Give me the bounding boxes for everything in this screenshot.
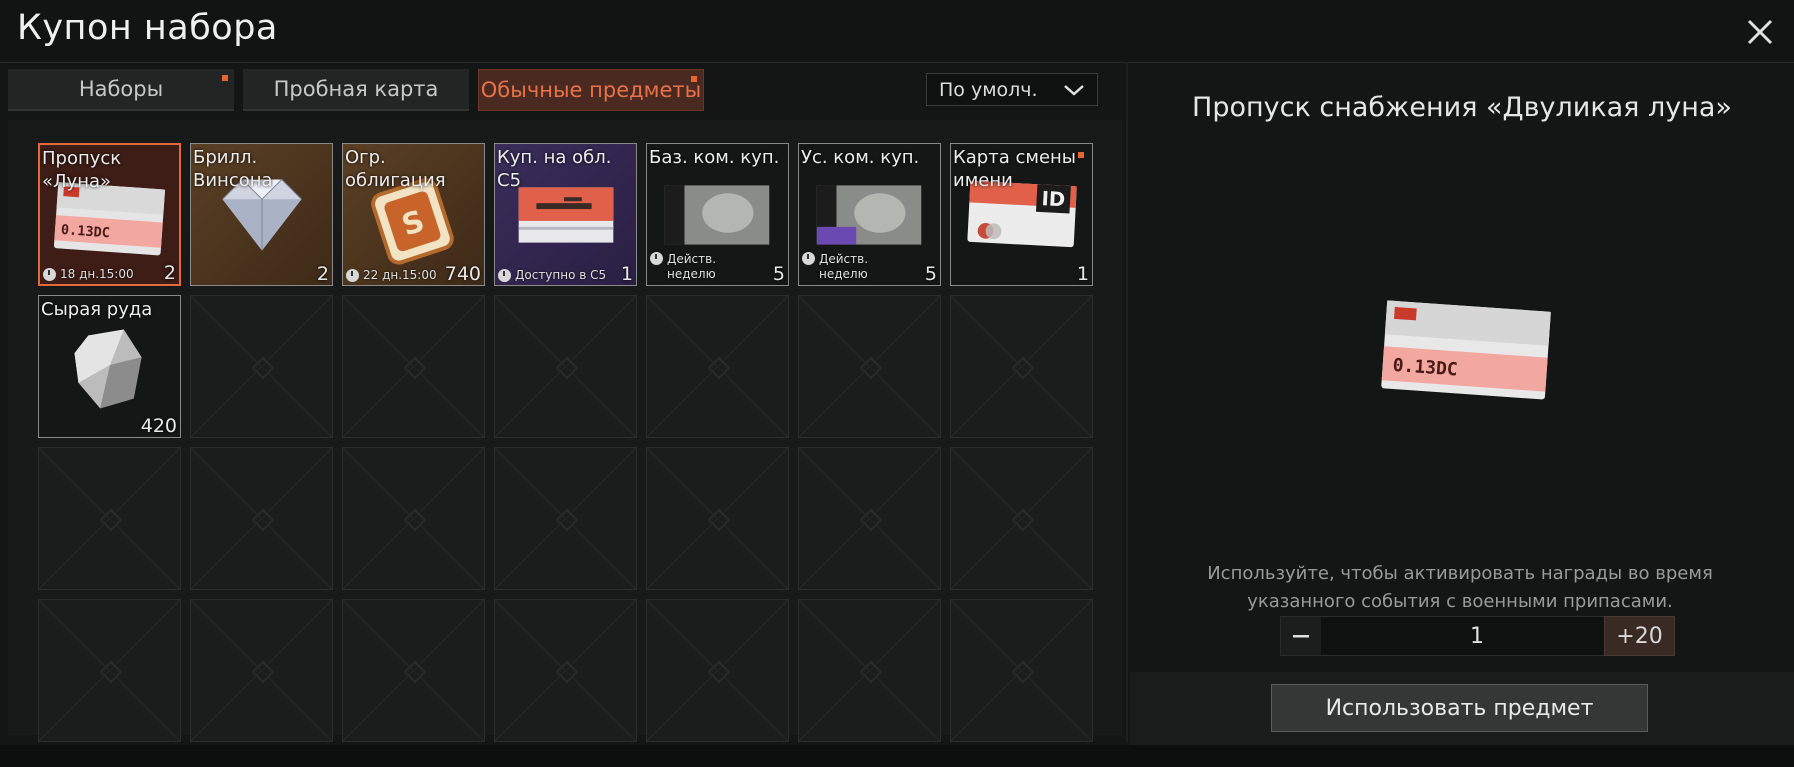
clock-icon — [498, 268, 511, 282]
sort-dropdown[interactable]: По умолч. — [926, 73, 1098, 106]
item-count: 1 — [620, 263, 633, 285]
item-name: Карта смены имени — [953, 147, 1077, 191]
empty-slot — [798, 447, 941, 590]
notification-dot — [222, 75, 228, 81]
empty-slot — [342, 447, 485, 590]
item-timer-text: 18 дн.15:00 — [60, 267, 134, 281]
notification-dot — [691, 76, 697, 82]
inventory-grid: 0.13DC Пропуск «Луна» 18 дн.15:00 2 Брил… — [8, 120, 1122, 742]
use-item-button[interactable]: Использовать предмет — [1271, 684, 1648, 732]
empty-slot — [646, 295, 789, 438]
panel-divider — [1126, 62, 1128, 742]
clock-icon — [650, 252, 663, 265]
item-timer: 22 дн.15:00 — [346, 268, 437, 282]
tab-common-items[interactable]: Обычные предметы — [478, 69, 704, 111]
empty-slot — [950, 295, 1093, 438]
item-raw-ore[interactable]: Сырая руда 420 — [38, 295, 181, 438]
item-name: Пропуск «Луна» — [42, 148, 122, 192]
item-name: Ус. ком. куп. — [801, 147, 920, 168]
item-count: 420 — [140, 415, 177, 437]
item-count: 5 — [772, 263, 785, 285]
item-description: Используйте, чтобы активировать награды … — [1207, 563, 1713, 612]
empty-slot — [38, 447, 181, 590]
item-basic-command-coupon[interactable]: Баз. ком. куп. Действ. неделю 5 — [646, 143, 789, 286]
item-name: Баз. ком. куп. — [649, 147, 780, 168]
item-count: 1 — [1076, 263, 1089, 285]
empty-slot — [190, 295, 333, 438]
item-limited-bond[interactable]: S Огр. облигация 22 дн.15:00 740 — [342, 143, 485, 286]
chevron-down-icon — [1064, 85, 1084, 96]
item-timer: 18 дн.15:00 — [43, 267, 134, 281]
item-count: 5 — [924, 263, 937, 285]
item-count: 2 — [163, 262, 176, 284]
item-count: 2 — [316, 263, 329, 285]
sort-label: По умолч. — [939, 78, 1038, 101]
item-advanced-command-coupon[interactable]: Ус. ком. куп. Действ. неделю 5 — [798, 143, 941, 286]
empty-slot — [494, 295, 637, 438]
item-pass-luna[interactable]: 0.13DC Пропуск «Луна» 18 дн.15:00 2 — [38, 143, 181, 286]
bottom-bar — [0, 745, 1794, 767]
detail-title: Пропуск снабжения «Двуликая луна» — [1192, 92, 1732, 123]
empty-slot — [190, 599, 333, 742]
item-count: 740 — [444, 263, 481, 285]
tab-sets[interactable]: Наборы — [8, 69, 234, 111]
empty-slot — [494, 447, 637, 590]
empty-slot — [190, 447, 333, 590]
empty-slot — [950, 447, 1093, 590]
tab-trial-card[interactable]: Пробная карта — [243, 69, 469, 111]
empty-slot — [646, 599, 789, 742]
item-vinson-diamond[interactable]: Брилл. Винсона 2 — [190, 143, 333, 286]
empty-slot — [798, 599, 941, 742]
header-bar: Купон набора — [0, 0, 1794, 63]
minus-icon — [1293, 635, 1309, 638]
item-bond-coupon-s5[interactable]: Куп. на обл. С5 Доступно в С5 1 — [494, 143, 637, 286]
tab-trial-card-label: Пробная карта — [273, 77, 439, 101]
empty-slot — [646, 447, 789, 590]
decrease-button[interactable] — [1281, 617, 1321, 655]
empty-slot — [494, 599, 637, 742]
notification-dot — [1078, 152, 1084, 158]
empty-slot — [342, 295, 485, 438]
item-timer-text: Доступно в С5 — [515, 268, 607, 282]
item-timer: Действ. неделю — [802, 252, 868, 282]
page-title: Купон набора — [17, 8, 278, 48]
item-timer-text: Действ. неделю — [667, 252, 717, 281]
detail-item-image: 0.13DC — [1381, 300, 1551, 400]
empty-slot — [342, 599, 485, 742]
empty-slot — [38, 599, 181, 742]
item-name: Куп. на обл. С5 — [497, 147, 612, 191]
empty-slot — [798, 295, 941, 438]
pass-card-code: 0.13DC — [60, 222, 110, 241]
item-name: Брилл. Винсона — [193, 147, 273, 191]
tab-sets-label: Наборы — [78, 77, 164, 101]
clock-icon — [43, 267, 56, 281]
item-timer: Доступно в С5 — [498, 268, 606, 282]
close-button[interactable] — [1740, 12, 1780, 52]
clock-icon — [346, 268, 359, 282]
item-timer: Действ. неделю — [650, 252, 716, 282]
tab-common-items-label: Обычные предметы — [480, 78, 702, 102]
item-name: Сырая руда — [41, 299, 153, 320]
item-timer-text: Действ. неделю — [819, 252, 869, 281]
close-icon — [1747, 19, 1773, 45]
add-20-button[interactable]: +20 — [1604, 616, 1675, 656]
quantity-value[interactable]: 1 — [1321, 617, 1633, 655]
clock-icon — [802, 252, 815, 265]
item-name: Огр. облигация — [345, 147, 446, 191]
item-timer-text: 22 дн.15:00 — [363, 268, 437, 282]
empty-slot — [950, 599, 1093, 742]
item-name-change-card[interactable]: ID Карта смены имени 1 — [950, 143, 1093, 286]
